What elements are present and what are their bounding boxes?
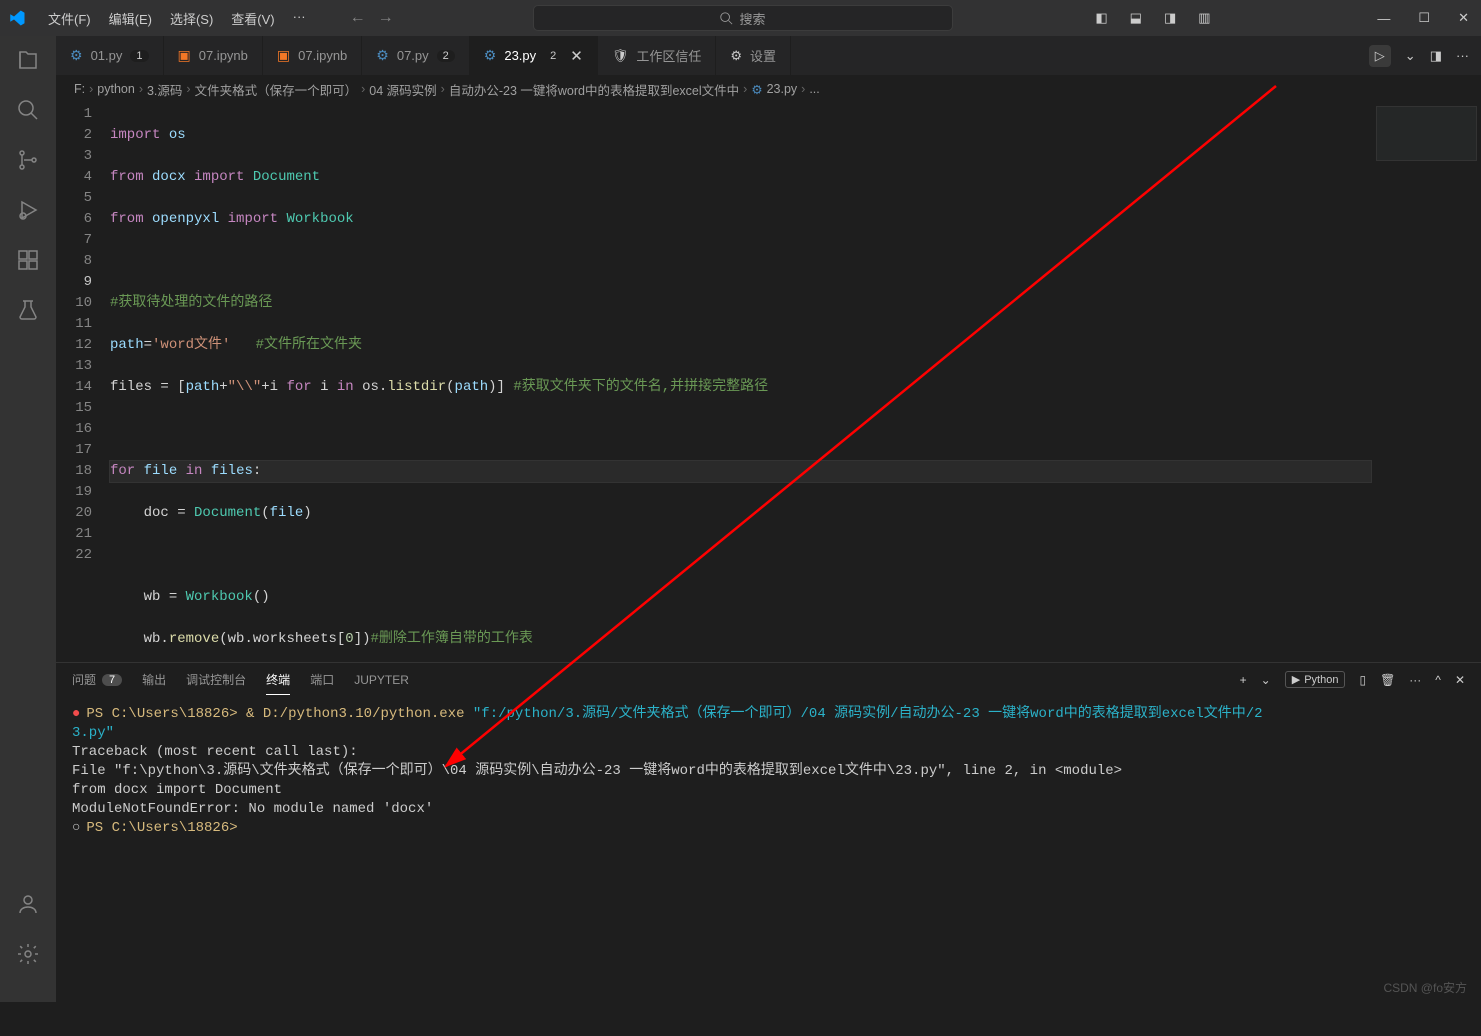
search-icon xyxy=(719,11,733,25)
run-dropdown-icon[interactable]: ⌄ xyxy=(1405,48,1416,64)
code-content[interactable]: import os from docx import Document from… xyxy=(110,102,1371,662)
code-editor[interactable]: 12345678 9101112131415 16171819202122 im… xyxy=(56,102,1481,662)
tab-label: 23.py xyxy=(504,48,536,63)
tab-settings[interactable]: ⚙ 设置 xyxy=(716,36,791,75)
python-file-icon: ⚙ xyxy=(751,82,762,97)
gear-icon: ⚙ xyxy=(730,48,742,64)
layout-left-icon[interactable]: ◧ xyxy=(1091,10,1111,26)
crumb[interactable]: F: xyxy=(74,82,85,96)
dirty-badge: 2 xyxy=(544,50,562,62)
split-terminal-icon[interactable]: ▯ xyxy=(1359,673,1366,687)
menu-more[interactable]: ··· xyxy=(285,5,314,32)
layout-custom-icon[interactable]: ▥ xyxy=(1194,10,1214,26)
minimap[interactable] xyxy=(1371,102,1481,662)
crumb[interactable]: 文件夹格式（保存一个即可） xyxy=(195,80,358,99)
panel-tab-jupyter[interactable]: JUPYTER xyxy=(354,673,409,687)
layout-controls: ◧ ⬓ ◨ ▥ xyxy=(1091,10,1214,26)
dirty-badge: 2 xyxy=(437,50,455,62)
split-editor-icon[interactable]: ◨ xyxy=(1430,48,1442,64)
activity-bar xyxy=(0,36,56,1002)
layout-bottom-icon[interactable]: ⬓ xyxy=(1126,10,1146,26)
panel-tab-problems[interactable]: 问题7 xyxy=(72,671,122,688)
crumb[interactable]: 04 源码实例 xyxy=(369,80,436,99)
tab-07-ipynb-1[interactable]: ▣ 07.ipynb xyxy=(164,36,263,75)
line-numbers: 12345678 9101112131415 16171819202122 xyxy=(56,102,110,662)
nav-arrows: ← → xyxy=(350,9,394,27)
layout-right-icon[interactable]: ◨ xyxy=(1160,10,1180,26)
crumb[interactable]: 23.py xyxy=(767,82,798,96)
title-bar: 文件(F) 编辑(E) 选择(S) 查看(V) ··· ← → 搜索 ◧ ⬓ ◨… xyxy=(0,0,1481,36)
panel-tab-ports[interactable]: 端口 xyxy=(310,671,334,688)
shield-icon: 🛡 xyxy=(612,48,629,64)
prompt-bullet-icon: ○ xyxy=(72,820,80,836)
panel-tab-debug[interactable]: 调试控制台 xyxy=(186,671,246,688)
breadcrumb[interactable]: F:› python› 3.源码› 文件夹格式（保存一个即可）› 04 源码实例… xyxy=(56,76,1481,102)
menu-file[interactable]: 文件(F) xyxy=(40,5,99,32)
panel-tab-terminal[interactable]: 终端 xyxy=(266,671,290,695)
close-window-icon[interactable]: ✕ xyxy=(1454,10,1473,26)
more-actions-icon[interactable]: ··· xyxy=(1456,48,1469,63)
problems-count: 7 xyxy=(102,674,122,686)
close-panel-icon[interactable]: ✕ xyxy=(1455,673,1465,687)
window-controls: — ☐ ✕ xyxy=(1373,10,1473,26)
account-icon[interactable] xyxy=(14,890,42,918)
run-button-icon[interactable]: ▷ xyxy=(1369,45,1391,67)
tab-label: 07.py xyxy=(397,48,429,63)
terminal-profile-python[interactable]: ▶Python xyxy=(1285,671,1346,688)
panel-more-icon[interactable]: ··· xyxy=(1409,673,1421,687)
python-file-icon: ⚙ xyxy=(70,47,83,64)
vscode-logo-icon xyxy=(8,9,26,27)
new-terminal-icon[interactable]: + xyxy=(1240,673,1247,687)
command-center[interactable]: 搜索 xyxy=(533,5,953,31)
maximize-panel-icon[interactable]: ^ xyxy=(1435,673,1441,687)
crumb[interactable]: ... xyxy=(809,82,819,96)
explorer-icon[interactable] xyxy=(14,46,42,74)
tab-label: 工作区信任 xyxy=(636,46,701,65)
testing-icon[interactable] xyxy=(14,296,42,324)
crumb[interactable]: 自动办公-23 一键将word中的表格提取到excel文件中 xyxy=(449,80,739,99)
tab-workspace-trust[interactable]: 🛡 工作区信任 xyxy=(598,36,717,75)
dirty-badge: 1 xyxy=(130,50,148,62)
menu-bar: 文件(F) 编辑(E) 选择(S) 查看(V) ··· xyxy=(40,5,314,32)
menu-edit[interactable]: 编辑(E) xyxy=(101,5,160,32)
notebook-file-icon: ▣ xyxy=(277,47,290,64)
tab-label: 设置 xyxy=(750,46,776,65)
run-debug-icon[interactable] xyxy=(14,196,42,224)
menu-view[interactable]: 查看(V) xyxy=(223,5,282,32)
editor-tabs: ⚙ 01.py 1 ▣ 07.ipynb ▣ 07.ipynb ⚙ 07.py 2 ⚙ 23.… xyxy=(56,36,1481,76)
crumb[interactable]: python xyxy=(97,82,135,96)
error-bullet-icon: ● xyxy=(72,706,80,722)
tab-01-py[interactable]: ⚙ 01.py 1 xyxy=(56,36,164,75)
nav-back-icon[interactable]: ← xyxy=(350,9,366,27)
minimize-icon[interactable]: — xyxy=(1373,11,1394,26)
tab-07-ipynb-2[interactable]: ▣ 07.ipynb xyxy=(263,36,362,75)
search-activity-icon[interactable] xyxy=(14,96,42,124)
settings-icon[interactable] xyxy=(14,940,42,968)
nav-forward-icon[interactable]: → xyxy=(378,9,394,27)
python-file-icon: ⚙ xyxy=(376,47,389,64)
terminal-output[interactable]: ●PS C:\Users\18826> & D:/python3.10/pyth… xyxy=(56,697,1481,1002)
source-control-icon[interactable] xyxy=(14,146,42,174)
maximize-icon[interactable]: ☐ xyxy=(1414,10,1434,26)
menu-select[interactable]: 选择(S) xyxy=(162,5,221,32)
watermark: CSDN @fo安方 xyxy=(1383,979,1467,996)
search-placeholder: 搜索 xyxy=(739,9,765,28)
panel-tabs: 问题7 输出 调试控制台 终端 端口 JUPYTER + ⌄ ▶Python ▯… xyxy=(56,663,1481,697)
tab-label: 07.ipynb xyxy=(199,48,248,63)
tab-07-py[interactable]: ⚙ 07.py 2 xyxy=(362,36,470,75)
bottom-panel: 问题7 输出 调试控制台 终端 端口 JUPYTER + ⌄ ▶Python ▯… xyxy=(56,662,1481,1002)
tab-label: 01.py xyxy=(91,48,123,63)
close-tab-icon[interactable]: ✕ xyxy=(570,47,583,65)
panel-tab-output[interactable]: 输出 xyxy=(142,671,166,688)
extensions-icon[interactable] xyxy=(14,246,42,274)
crumb[interactable]: 3.源码 xyxy=(147,80,182,99)
kill-terminal-icon[interactable]: 🗑 xyxy=(1380,673,1395,687)
tab-label: 07.ipynb xyxy=(298,48,347,63)
python-file-icon: ⚙ xyxy=(484,47,497,64)
tab-23-py[interactable]: ⚙ 23.py 2 ✕ xyxy=(470,36,598,75)
terminal-dropdown-icon[interactable]: ⌄ xyxy=(1261,673,1271,687)
notebook-file-icon: ▣ xyxy=(178,47,191,64)
